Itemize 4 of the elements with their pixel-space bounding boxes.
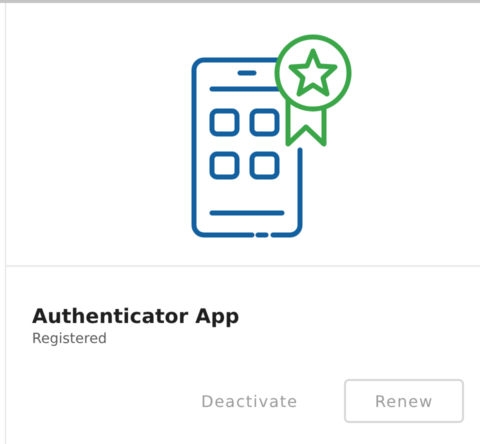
status-text: Registered	[32, 330, 108, 349]
card-title: Authenticator App	[32, 303, 240, 329]
award-ribbon-icon	[274, 34, 352, 146]
phone-icon	[192, 58, 302, 238]
